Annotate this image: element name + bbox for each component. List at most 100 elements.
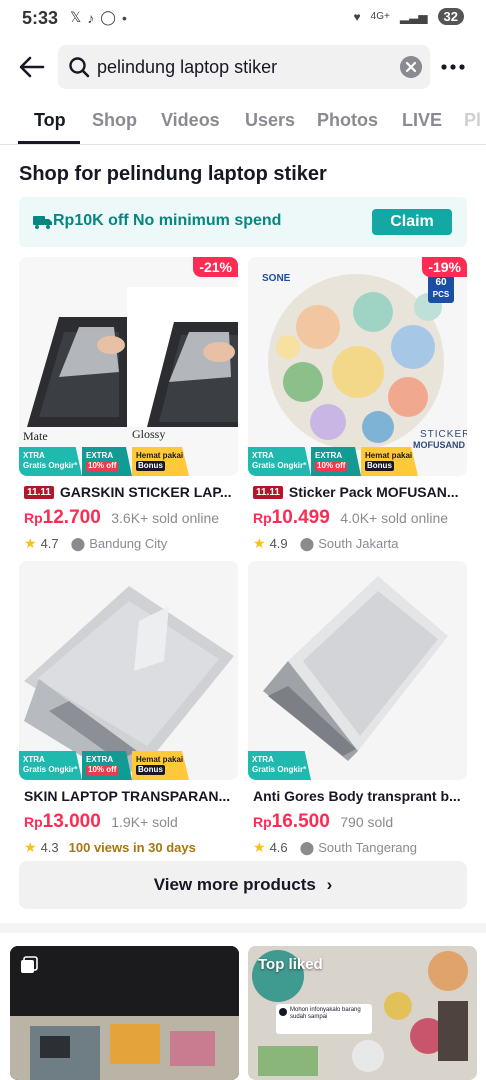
anti-scratch-film-photo (248, 561, 467, 780)
signal-icon: ▂▃▅ (399, 9, 428, 24)
star-icon: ★ (24, 535, 37, 551)
video-card[interactable]: Top liked Mohon infonyakalo barang sudah… (248, 946, 477, 1080)
product-image: XTRA Gratis Ongkir* (248, 561, 467, 780)
discount-badge: -21% (193, 257, 238, 277)
product-title: 11.11 Sticker Pack MOFUSAN... (253, 484, 463, 500)
top-liked-badge: Top liked (258, 956, 323, 973)
search-icon (69, 57, 90, 78)
section-divider (0, 923, 486, 933)
promo-xtra-label: XTRA (23, 451, 45, 460)
notification-icons: 𝕏 ♪ ◯ • (70, 9, 127, 26)
promo-xtra-label: XTRA (252, 451, 274, 460)
location: South Tangerang (318, 840, 417, 855)
pcs-count: 60 (435, 277, 447, 288)
video-thumbnail (10, 946, 239, 1080)
product-image: XTRA Gratis Ongkir* EXTRA 10% off Hemat pa… (19, 561, 238, 780)
promo-hemat-label: Hemat pakai (136, 451, 184, 460)
price-row: Rp13.000 1.9K+ sold (24, 811, 178, 833)
location-pin-icon: ⬤ (299, 535, 315, 551)
promo-xtra: XTRA Gratis Ongkir* (248, 751, 311, 780)
rating: 4.3 (40, 840, 59, 855)
promo-strip: XTRA Gratis Ongkir* (248, 751, 311, 780)
meta-row: ★ 4.7 ⬤ Bandung City (24, 535, 167, 552)
laptop-skin-photo (19, 257, 238, 476)
back-arrow-icon[interactable] (18, 53, 46, 81)
claim-button[interactable]: Claim (372, 209, 452, 235)
comment-text: Mohon infonyakalo barang sudah sampai (290, 1007, 361, 1020)
tab-shop[interactable]: Shop (92, 110, 137, 131)
promo-extra: EXTRA 10% off (82, 447, 132, 476)
product-title-text: Anti Gores Body transprant b... (253, 788, 461, 804)
rating: 4.9 (269, 536, 288, 551)
promo-hemat-sub: Bonus (136, 461, 165, 471)
video-card[interactable] (10, 946, 239, 1080)
product-title-text: SKIN LAPTOP TRANSPARAN... (24, 788, 231, 804)
price-value: 13.000 (42, 811, 101, 832)
location: Bandung City (89, 536, 168, 551)
mofusand-text: MOFUSAND (413, 440, 465, 450)
meta-row: ★ 4.9 ⬤ South Jakarta (253, 535, 398, 552)
tab-photos[interactable]: Photos (317, 110, 378, 131)
price-row: Rp12.700 3.6K+ sold online (24, 507, 219, 529)
commenter-avatar (279, 1008, 287, 1016)
view-more-label: View more products (153, 875, 316, 894)
tab-videos[interactable]: Videos (161, 110, 220, 131)
promo-extra-sub: 10% off (315, 461, 348, 471)
delivery-truck-icon (33, 216, 52, 229)
search-input[interactable]: pelindung laptop stiker (58, 45, 430, 89)
tab-users[interactable]: Users (245, 110, 295, 131)
promo-hemat-label: Hemat pakai (365, 451, 413, 460)
promo-strip: XTRA Gratis Ongkir* EXTRA 10% off Hemat pa… (248, 447, 418, 476)
promo-extra-label: EXTRA (86, 451, 114, 460)
notification-dot-icon: • (121, 9, 127, 26)
notification-whatsapp-icon: ◯ (100, 9, 116, 25)
sticker-text: STICKER (420, 429, 467, 440)
status-bar: 5:33 𝕏 ♪ ◯ • ♥ 4G+ ▂▃▅ 32 (0, 0, 486, 36)
star-icon: ★ (24, 839, 37, 855)
promo-extra: EXTRA 10% off (311, 447, 361, 476)
sold-count: 1.9K+ sold (111, 814, 178, 830)
tab-places[interactable]: Pl (464, 110, 481, 131)
promo-strip: XTRA Gratis Ongkir* EXTRA 10% off Hemat pa… (19, 447, 189, 476)
product-image: Mate Glossy -21% XTRA Gratis Ongkir* EXTR… (19, 257, 238, 476)
sale-badge-1111: 11.11 (24, 485, 54, 499)
notification-tiktok-icon: ♪ (87, 9, 95, 26)
promo-extra-label: EXTRA (86, 755, 114, 764)
price-row: Rp16.500 790 sold (253, 811, 393, 833)
tab-live[interactable]: LIVE (402, 110, 442, 131)
promo-xtra-label: XTRA (23, 755, 45, 764)
promo-xtra-sub: Gratis Ongkir* (252, 461, 307, 470)
promo-strip: XTRA Gratis Ongkir* EXTRA 10% off Hemat pa… (19, 751, 189, 780)
product-title-text: Sticker Pack MOFUSAN... (288, 484, 459, 500)
price-currency: Rp (253, 814, 272, 830)
product-image: SONE 60 PCS STICKER MOFUSAND -19% XTRA Gra… (248, 257, 467, 476)
meta-row: ★ 4.6 ⬤ South Tangerang (253, 839, 417, 856)
more-options-icon[interactable] (440, 57, 466, 77)
promo-xtra: XTRA Gratis Ongkir* (248, 447, 311, 476)
view-more-products-button[interactable]: View more products › (19, 861, 467, 909)
promo-hemat-label: Hemat pakai (136, 755, 184, 764)
shop-section-title: Shop for pelindung laptop stiker (19, 163, 327, 185)
search-tabs: Top Shop Videos Users Photos LIVE Pl (0, 100, 486, 145)
tab-top[interactable]: Top (34, 110, 66, 131)
location: South Jakarta (318, 536, 399, 551)
price-currency: Rp (253, 510, 272, 526)
coupon-banner: Rp10K off No minimum spend Claim (19, 197, 467, 247)
price-currency: Rp (24, 510, 43, 526)
promo-xtra: XTRA Gratis Ongkir* (19, 447, 82, 476)
image-label-mate: Mate (23, 429, 48, 443)
star-icon: ★ (253, 839, 266, 855)
search-query: pelindung laptop stiker (97, 57, 278, 77)
promo-extra-label: EXTRA (315, 451, 343, 460)
sale-badge-1111: 11.11 (253, 485, 283, 499)
rating: 4.6 (269, 840, 288, 855)
chevron-right-icon: › (326, 875, 333, 894)
product-title: Anti Gores Body transprant b... (253, 788, 463, 804)
clear-search-icon[interactable] (400, 56, 422, 78)
rating: 4.7 (40, 536, 59, 551)
brand-logo: SONE (262, 273, 291, 284)
pcs-label: PCS (432, 290, 450, 299)
status-time: 5:33 (22, 8, 59, 28)
image-label-glossy: Glossy (132, 427, 166, 441)
system-icons: ♥ 4G+ ▂▃▅ 32 (354, 8, 464, 25)
